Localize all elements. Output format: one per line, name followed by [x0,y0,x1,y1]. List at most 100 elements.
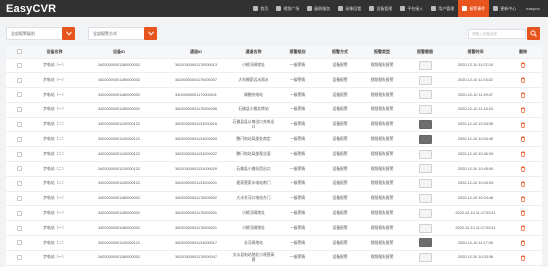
cell-device-id: 34020000001120000122 [77,131,161,148]
cell-device-id: 34020000001120000122 [77,176,161,192]
table-row[interactable]: 步电站（二） 34020000001120000122 34020000001131… [6,161,542,177]
trash-icon[interactable] [520,240,526,246]
nav-item-3[interactable]: 录像回看 [334,0,365,17]
row-checkbox[interactable] [16,225,22,231]
trash-icon[interactable] [520,62,526,69]
alarm-screenshot-thumbnail[interactable] [418,238,432,248]
alarm-screenshot-thumbnail[interactable] [418,164,432,174]
cell-delete [504,235,542,251]
chevron-down-icon[interactable] [62,27,75,40]
cell-screenshot [403,161,447,177]
table-row[interactable]: 步电站（一） 34020000001180000002 34020000001170… [6,72,542,89]
alarm-screenshot-thumbnail[interactable] [418,194,432,204]
row-checkbox[interactable] [16,210,22,216]
row-checkbox[interactable] [16,255,22,261]
cell-level: 一级警情 [276,250,319,266]
column-header: 设备名称 [32,46,77,59]
alarm-screenshot-thumbnail[interactable] [418,75,432,85]
alarm-screenshot-thumbnail[interactable] [418,90,432,100]
nav-item-4[interactable]: 设备管理 [365,0,396,17]
search-input[interactable]: 请输入设备名称 [468,29,526,39]
alarm-screenshot-thumbnail[interactable] [418,223,432,233]
alarm-screenshot-thumbnail[interactable] [418,120,432,130]
nav-item-6[interactable]: 用户管理 [427,0,458,17]
alarm-screenshot-thumbnail[interactable] [418,208,432,218]
trash-icon[interactable] [520,77,526,83]
cell-screenshot [403,235,447,251]
alarm-screenshot-thumbnail[interactable] [418,149,432,159]
table-row[interactable]: 步电站（二） 34020000001120000122 34020000001131… [6,131,542,148]
table-row[interactable]: 步电站（一） 34020000001180000002 34020000001170… [6,102,542,118]
table-row[interactable]: 步电站（二） 34020000001120000122 34020000001131… [6,146,542,163]
alarm-method-select[interactable]: 全部报警方式 [88,27,157,40]
cell-delete [504,205,542,222]
cell-channel-id: 34020000001170000001 [161,205,231,222]
cell-screenshot [403,176,447,192]
select-all-checkbox[interactable] [16,49,22,55]
nav-item-0[interactable]: 首页 [249,0,272,17]
cell-delete [504,87,542,103]
row-checkbox[interactable] [16,196,22,202]
home-icon [253,6,259,11]
row-checkbox[interactable] [16,122,22,128]
nav-item-7[interactable]: 报警事件 [458,0,490,17]
cell-channel-name: 鹏闩电站局部视业面 [231,146,276,163]
row-checkbox-cell [6,131,32,148]
trash-icon[interactable] [520,166,526,172]
alarm-screenshot-thumbnail[interactable] [418,253,432,263]
row-checkbox-cell [6,205,32,222]
cell-delete [504,161,542,177]
cell-type: 视频报失报警 [361,176,403,192]
trash-icon[interactable] [520,92,526,98]
alarm-method-select-value: 全部报警方式 [93,31,117,36]
cell-channel-name: 大车棚家远水雨水 [231,72,276,89]
trash-icon[interactable] [520,181,526,187]
table-row[interactable]: 步电站（二） 34020000001120000122 34020000001131… [6,235,542,251]
cell-channel-id: 34020000001170000002 [161,191,231,207]
trash-icon[interactable] [520,196,526,202]
nav-item-2[interactable]: 级联服务 [303,0,334,17]
trash-icon[interactable] [520,210,526,217]
alarm-screenshot-thumbnail[interactable] [418,134,432,144]
trash-icon[interactable] [520,122,526,128]
cell-device-id: 34020000001120000122 [77,146,161,163]
table-row[interactable]: 步电站（二） 34020000001120000122 34020000001131… [6,117,542,133]
table-row[interactable]: 步电站（一） 34020000001180000002 34020000001170… [6,220,542,237]
table-row[interactable]: 步电站（二） 34020000001120000122 34020000001131… [6,176,542,192]
trash-icon[interactable] [520,255,526,261]
row-checkbox[interactable] [16,62,22,68]
row-checkbox[interactable] [16,240,22,246]
row-checkbox[interactable] [16,166,22,172]
row-checkbox[interactable] [16,151,22,157]
row-checkbox[interactable] [16,181,22,187]
alarm-level-select[interactable]: 全部报警级别 [6,27,75,40]
alarm-screenshot-thumbnail[interactable] [418,60,432,70]
nav-item-5[interactable]: 平台接入 [396,0,427,17]
trash-icon[interactable] [520,151,526,157]
trash-icon[interactable] [520,225,526,231]
table-row[interactable]: 步电站（一） 34020000001180000002 34020000001170… [6,250,542,266]
table-row[interactable]: 步电站（一） 34020000001180000002 34020000001170… [6,191,542,207]
cell-device-name: 步电站（一） [32,191,77,207]
row-checkbox[interactable] [16,136,22,142]
row-checkbox[interactable] [16,77,22,83]
nav-item-8[interactable]: 更新中心 [489,0,520,17]
cell-level: 一级警情 [276,146,319,163]
nav-item-label: 平台接入 [407,5,424,11]
alarm-screenshot-thumbnail[interactable] [418,105,432,115]
cell-type: 视频报失报警 [361,220,403,237]
row-checkbox[interactable] [16,107,22,113]
alarm-screenshot-thumbnail[interactable] [418,179,432,189]
nav-item-1[interactable]: 视频广场 [272,0,303,17]
playback-icon [338,6,344,11]
cell-method: 设备报警 [319,176,361,192]
chevron-down-icon[interactable] [144,27,157,40]
table-row[interactable]: 步电站（一） 34020000001180000002 34020000001170… [6,87,542,103]
search-button[interactable] [527,27,540,40]
trash-icon[interactable] [520,107,526,113]
table-row[interactable]: 步电站（一） 34020000001180000002 34020000001170… [6,205,542,222]
row-checkbox[interactable] [16,92,22,98]
table-row[interactable]: 步电站（一） 34020000001180000002 34020000001170… [6,58,542,74]
user-menu[interactable]: easycvr [526,6,540,11]
trash-icon[interactable] [520,136,526,143]
